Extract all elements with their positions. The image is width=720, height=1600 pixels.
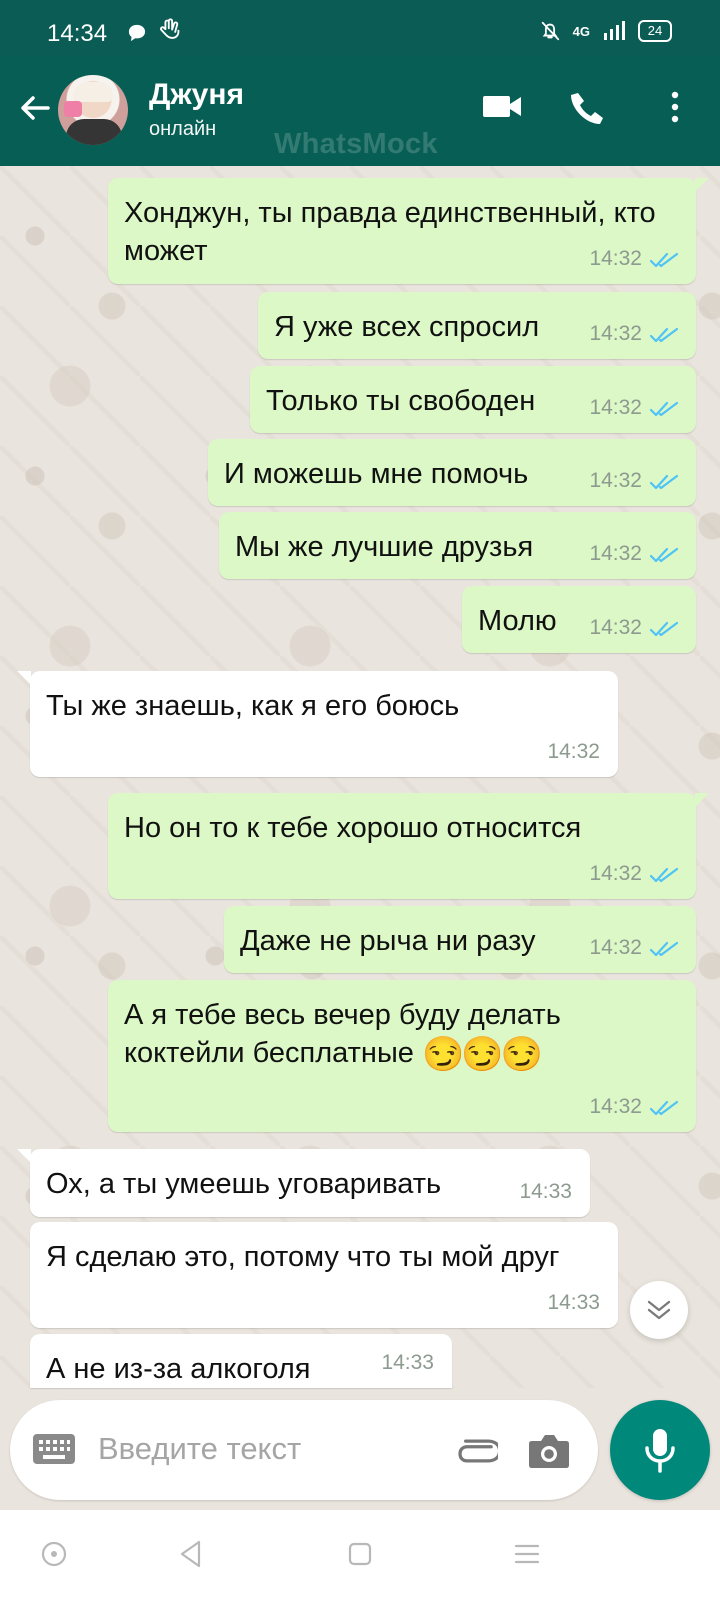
message-time: 14:32	[589, 396, 642, 419]
read-ticks-icon	[650, 621, 678, 637]
message-notification-icon	[128, 24, 146, 42]
assistant-nav-icon[interactable]	[37, 1537, 71, 1571]
message-bubble[interactable]: Я уже всех спросил 14:32	[258, 292, 696, 359]
message-bubble[interactable]: Но он то к тебе хорошо относится 14:32	[108, 793, 709, 899]
message-text: А я тебе весь вечер буду делать коктейли…	[124, 996, 668, 1073]
message-text: А не из-за алкоголя	[46, 1353, 311, 1385]
message-text: Мы же лучшие друзья	[235, 531, 534, 563]
chat-header: Джуня онлайн WhatsMock	[0, 56, 720, 166]
voice-message-button[interactable]	[610, 1400, 710, 1500]
message-text: Даже не рыча ни разу	[240, 925, 536, 957]
message-time: 14:32	[589, 1095, 642, 1118]
hand-gesture-icon	[160, 18, 180, 39]
status-icons: 4G 24	[539, 20, 672, 42]
message-bubble[interactable]: Молю 14:32	[462, 586, 696, 653]
message-time: 14:33	[381, 1351, 434, 1374]
message-time: 14:32	[589, 469, 642, 492]
message-composer[interactable]: Введите текст	[10, 1400, 598, 1500]
message-time: 14:32	[547, 740, 600, 763]
chevron-down-icon	[647, 1300, 671, 1320]
message-bubble[interactable]: Ты же знаешь, как я его боюсь 14:32	[17, 671, 618, 777]
battery-level: 24	[638, 20, 672, 42]
status-time: 14:34	[47, 20, 108, 47]
message-text: Хонджун, ты правда единственный, кто мож…	[124, 197, 656, 267]
video-call-icon[interactable]	[481, 90, 523, 122]
read-ticks-icon	[650, 867, 678, 883]
contact-name[interactable]: Джуня	[149, 78, 244, 112]
message-bubble[interactable]: Мы же лучшие друзья 14:32	[219, 512, 696, 579]
message-time: 14:33	[519, 1180, 572, 1203]
message-time: 14:32	[589, 862, 642, 885]
message-bubble[interactable]: Я сделаю это, потому что ты мой друг 14:…	[30, 1222, 618, 1328]
message-time: 14:32	[589, 322, 642, 345]
message-text: Только ты свободен	[266, 385, 536, 417]
message-time: 14:32	[589, 936, 642, 959]
microphone-icon	[645, 1429, 675, 1473]
phone-icon[interactable]	[569, 90, 605, 128]
read-ticks-icon	[650, 547, 678, 563]
message-text: Я уже всех спросил	[274, 311, 540, 343]
scroll-to-bottom-button[interactable]	[630, 1281, 688, 1339]
message-bubble[interactable]: Даже не рыча ни разу 14:32	[224, 906, 696, 973]
back-nav-icon[interactable]	[174, 1537, 208, 1571]
read-ticks-icon	[650, 252, 678, 268]
read-ticks-icon	[650, 327, 678, 343]
read-ticks-icon	[650, 474, 678, 490]
message-text: И можешь мне помочь	[224, 458, 529, 490]
home-nav-icon[interactable]	[343, 1537, 377, 1571]
read-ticks-icon	[650, 1100, 678, 1116]
message-time: 14:32	[589, 616, 642, 639]
message-bubble[interactable]: А не из-за алкоголя 14:33	[30, 1334, 452, 1388]
message-list[interactable]: Хонджун, ты правда единственный, кто мож…	[0, 166, 720, 1388]
network-type: 4G	[572, 23, 590, 39]
message-text: Ох, а ты умеешь уговаривать	[46, 1168, 442, 1200]
camera-icon[interactable]	[527, 1430, 571, 1472]
message-text: Молю	[478, 605, 557, 637]
message-bubble[interactable]: А я тебе весь вечер буду делать коктейли…	[108, 980, 696, 1132]
app-watermark: WhatsMock	[274, 128, 438, 160]
message-bubble[interactable]: Только ты свободен 14:32	[250, 366, 696, 433]
message-bubble[interactable]: И можешь мне помочь 14:32	[208, 439, 696, 506]
keyboard-icon[interactable]	[32, 1433, 76, 1465]
system-status-bar: 14:34 4G 24	[0, 0, 720, 56]
message-input-placeholder[interactable]: Введите текст	[98, 1431, 301, 1467]
read-ticks-icon	[650, 401, 678, 417]
message-time: 14:33	[547, 1291, 600, 1314]
read-ticks-icon	[650, 941, 678, 957]
message-bubble[interactable]: Ох, а ты умеешь уговаривать 14:33	[17, 1149, 590, 1217]
contact-status: онлайн	[149, 118, 217, 140]
recents-nav-icon[interactable]	[510, 1537, 544, 1571]
more-vert-icon[interactable]	[669, 90, 681, 124]
message-time: 14:32	[589, 247, 642, 270]
message-time: 14:32	[589, 542, 642, 565]
message-text: Но он то к тебе хорошо относится	[124, 812, 582, 844]
arrow-left-icon[interactable]	[18, 91, 52, 125]
contact-avatar[interactable]	[58, 75, 128, 145]
message-text: Я сделаю это, потому что ты мой друг	[46, 1241, 560, 1273]
paperclip-icon[interactable]	[456, 1430, 498, 1472]
message-bubble[interactable]: Хонджун, ты правда единственный, кто мож…	[108, 178, 709, 284]
signal-strength-icon	[604, 21, 625, 40]
smirk-emoji: 😏😏😏	[421, 1035, 543, 1074]
muted-bell-icon	[541, 21, 559, 41]
message-text: Ты же знаешь, как я его боюсь	[46, 690, 460, 722]
system-navigation-bar	[0, 1510, 720, 1600]
